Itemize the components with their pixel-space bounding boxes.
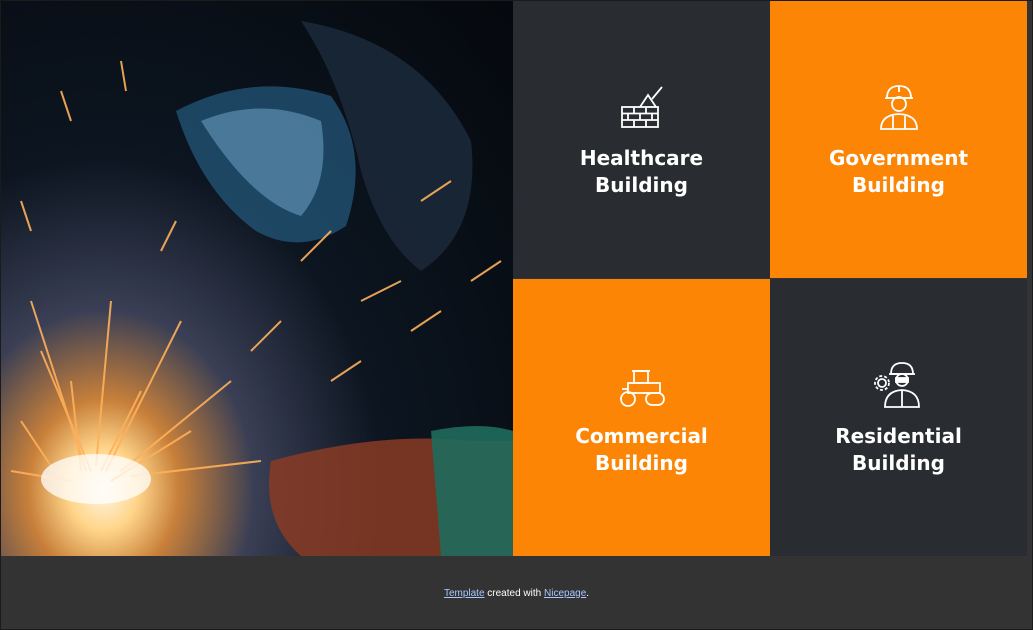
engineer-gear-icon bbox=[873, 361, 920, 408]
nicepage-link[interactable]: Nicepage bbox=[544, 588, 586, 599]
footer-period: . bbox=[586, 587, 590, 599]
tile-title: Commercial Building bbox=[575, 423, 708, 475]
page-frame: Healthcare Building Government Building … bbox=[0, 0, 1033, 630]
tile-title: Healthcare Building bbox=[579, 145, 704, 197]
construction-worker-icon bbox=[879, 84, 918, 130]
tile-commercial-building: Commercial Building bbox=[513, 279, 770, 556]
tile-healthcare-building: Healthcare Building bbox=[513, 1, 770, 278]
tile-title: Government Building bbox=[828, 145, 969, 197]
welding-photo bbox=[1, 1, 513, 556]
footer: Template created with Nicepage . bbox=[1, 557, 1032, 629]
brick-wall-trowel-icon bbox=[620, 85, 663, 128]
template-link[interactable]: Template bbox=[444, 588, 485, 599]
footer-text: created with bbox=[484, 587, 544, 599]
tile-residential-building: Residential Building bbox=[770, 279, 1027, 556]
tile-government-building: Government Building bbox=[770, 1, 1027, 278]
road-roller-icon bbox=[619, 369, 665, 407]
tile-title: Residential Building bbox=[835, 423, 962, 475]
